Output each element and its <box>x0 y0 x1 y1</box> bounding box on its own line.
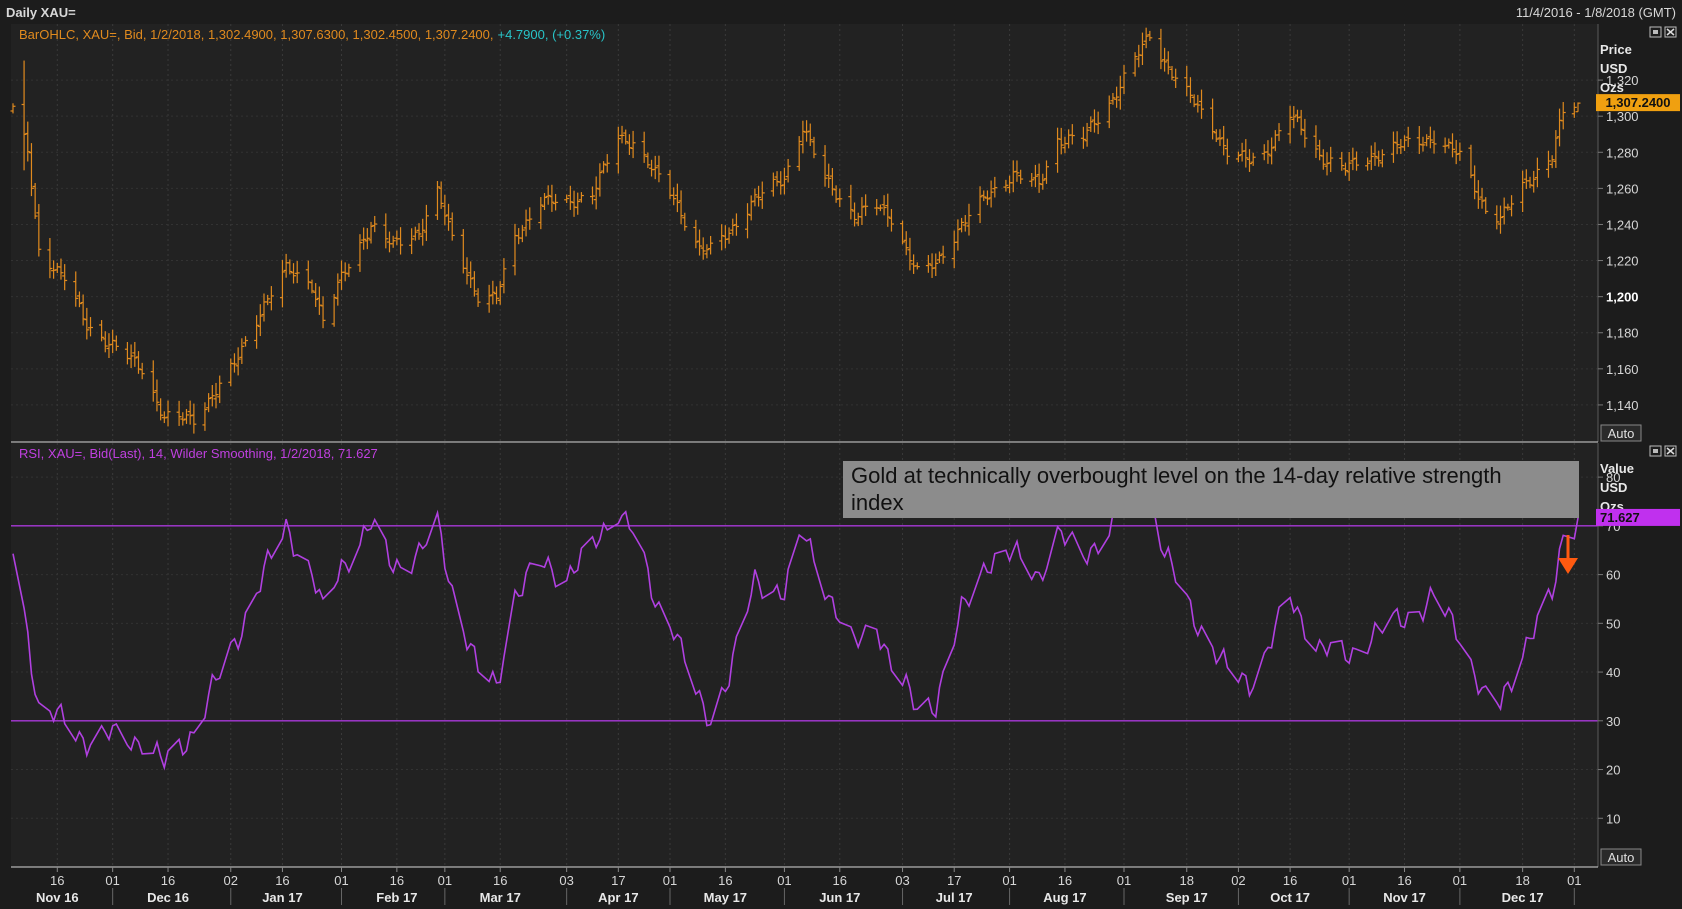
price-y-axis: 1,140 1,160 1,180 1,200 1,220 1,240 1,260 1,280… <box>1598 73 1639 413</box>
x-day-tick-label: 01 <box>1002 873 1016 888</box>
rsi-last-value-badge: 71.627 <box>1596 508 1680 526</box>
price-auto-label: Auto <box>1608 426 1635 441</box>
x-month-label: Jan 17 <box>262 890 302 905</box>
rsi-panel: 1020304050607080 Value USD Ozs 71.627 Au… <box>11 443 1680 867</box>
x-day-tick-label: 01 <box>105 873 119 888</box>
x-day-tick-label: 16 <box>833 873 847 888</box>
price-last-value: 1,307.2400 <box>1605 95 1670 110</box>
x-day-tick-label: 16 <box>275 873 289 888</box>
x-month-label: Jun 17 <box>819 890 860 905</box>
price-plot-area <box>11 24 1598 442</box>
x-day-tick-label: 16 <box>493 873 507 888</box>
price-unit-line-1: Price <box>1600 42 1632 57</box>
x-day-tick-label: 16 <box>1058 873 1072 888</box>
price-panel: 1,140 1,160 1,180 1,200 1,220 1,240 1,260 1,280… <box>10 24 1680 442</box>
x-day-tick-label: 18 <box>1180 873 1194 888</box>
price-y-tick-label: 1,300 <box>1606 109 1639 124</box>
x-day-tick-label: 18 <box>1515 873 1529 888</box>
rsi-last-value: 71.627 <box>1600 510 1640 525</box>
rsi-unit-line-2: USD <box>1600 480 1627 495</box>
price-legend: BarOHLC, XAU=, Bid, 1/2/2018, 1,302.4900… <box>19 27 605 42</box>
rsi-y-tick-label: 40 <box>1606 665 1620 680</box>
price-unit-line-3: Ozs <box>1600 80 1624 95</box>
price-window-controls <box>1649 26 1677 38</box>
x-day-tick-label: 17 <box>947 873 961 888</box>
x-day-tick-label: 02 <box>1231 873 1245 888</box>
rsi-auto-button[interactable]: Auto <box>1600 848 1642 866</box>
rsi-y-tick-label: 50 <box>1606 616 1620 631</box>
price-restore-icon-inner <box>1653 30 1658 34</box>
rsi-legend: RSI, XAU=, Bid(Last), 14, Wilder Smoothi… <box>19 446 378 461</box>
price-last-value-badge: 1,307.2400 <box>1596 94 1680 112</box>
x-day-tick-label: 16 <box>1397 873 1411 888</box>
x-day-tick-label: 16 <box>50 873 64 888</box>
x-day-tick-label: 01 <box>1117 873 1131 888</box>
x-day-tick-label: 02 <box>224 873 238 888</box>
price-y-tick-label: 1,220 <box>1606 254 1639 269</box>
x-day-tick-label: 03 <box>559 873 573 888</box>
price-close-icon-cross <box>1666 28 1675 36</box>
x-month-label: Dec 17 <box>1502 890 1544 905</box>
x-month-label: Apr 17 <box>598 890 638 905</box>
price-y-tick-label: 1,180 <box>1606 326 1639 341</box>
x-day-tick-label: 01 <box>1567 873 1581 888</box>
rsi-y-tick-label: 20 <box>1606 763 1620 778</box>
rsi-auto-label: Auto <box>1608 850 1635 865</box>
x-month-label: Mar 17 <box>480 890 521 905</box>
rsi-close-icon-cross <box>1666 447 1675 455</box>
x-day-tick-label: 03 <box>895 873 909 888</box>
rsi-unit-line-1: Value <box>1600 461 1634 476</box>
x-day-tick-label: 01 <box>777 873 791 888</box>
price-legend-main: BarOHLC, XAU=, Bid, 1/2/2018, 1,302.4900… <box>19 27 494 42</box>
rsi-y-tick-label: 60 <box>1606 568 1620 583</box>
x-axis: 16 01 16 02 16 01 16 01 16 03 17 01 16 01 16 03 17 01 16 01… <box>0 866 1682 909</box>
x-day-tick-label: 01 <box>1453 873 1467 888</box>
x-day-tick-label: 16 <box>718 873 732 888</box>
price-y-tick-label: 1,140 <box>1606 398 1639 413</box>
gold-chart: Daily XAU= 11/4/2016 - 1/8/2018 (GMT) 1,… <box>0 0 1682 909</box>
x-day-tick-label: 01 <box>1342 873 1356 888</box>
x-day-tick-label: 01 <box>438 873 452 888</box>
price-unit-line-2: USD <box>1600 61 1627 76</box>
price-auto-button[interactable]: Auto <box>1600 424 1642 442</box>
x-month-label: Sep 17 <box>1166 890 1208 905</box>
price-y-tick-label: 1,260 <box>1606 181 1639 196</box>
date-range: 11/4/2016 - 1/8/2018 (GMT) <box>1516 5 1676 20</box>
price-y-tick-label: 1,240 <box>1606 217 1639 232</box>
x-day-tick-label: 17 <box>611 873 625 888</box>
rsi-restore-icon-inner <box>1653 449 1658 453</box>
x-month-label: Jul 17 <box>936 890 973 905</box>
rsi-y-tick-label: 10 <box>1606 811 1620 826</box>
annotation-callout: Gold at technically overbought level on … <box>843 461 1579 518</box>
x-month-label: Oct 17 <box>1270 890 1310 905</box>
rsi-y-tick-label: 30 <box>1606 714 1620 729</box>
x-month-label: Dec 16 <box>147 890 189 905</box>
x-day-tick-label: 01 <box>334 873 348 888</box>
price-y-tick-label: 1,280 <box>1606 145 1639 160</box>
x-day-tick-label: 01 <box>663 873 677 888</box>
x-month-label: May 17 <box>704 890 747 905</box>
x-month-label: Nov 16 <box>36 890 79 905</box>
x-month-label: Nov 17 <box>1383 890 1426 905</box>
price-y-tick-label: 1,160 <box>1606 362 1639 377</box>
price-legend-change: +4.7900, (+0.37%) <box>498 27 606 42</box>
annotation-line-1: Gold at technically overbought level on … <box>851 463 1502 488</box>
price-y-tick-label: 1,200 <box>1606 290 1639 305</box>
annotation-line-2: index <box>851 490 904 515</box>
chart-title: Daily XAU= <box>6 5 76 20</box>
header-bar <box>0 0 1682 24</box>
rsi-window-controls <box>1649 445 1677 457</box>
x-month-label: Aug 17 <box>1043 890 1086 905</box>
x-day-tick-label: 16 <box>1283 873 1297 888</box>
x-day-tick-label: 16 <box>161 873 175 888</box>
x-day-tick-label: 16 <box>390 873 404 888</box>
x-month-label: Feb 17 <box>376 890 417 905</box>
